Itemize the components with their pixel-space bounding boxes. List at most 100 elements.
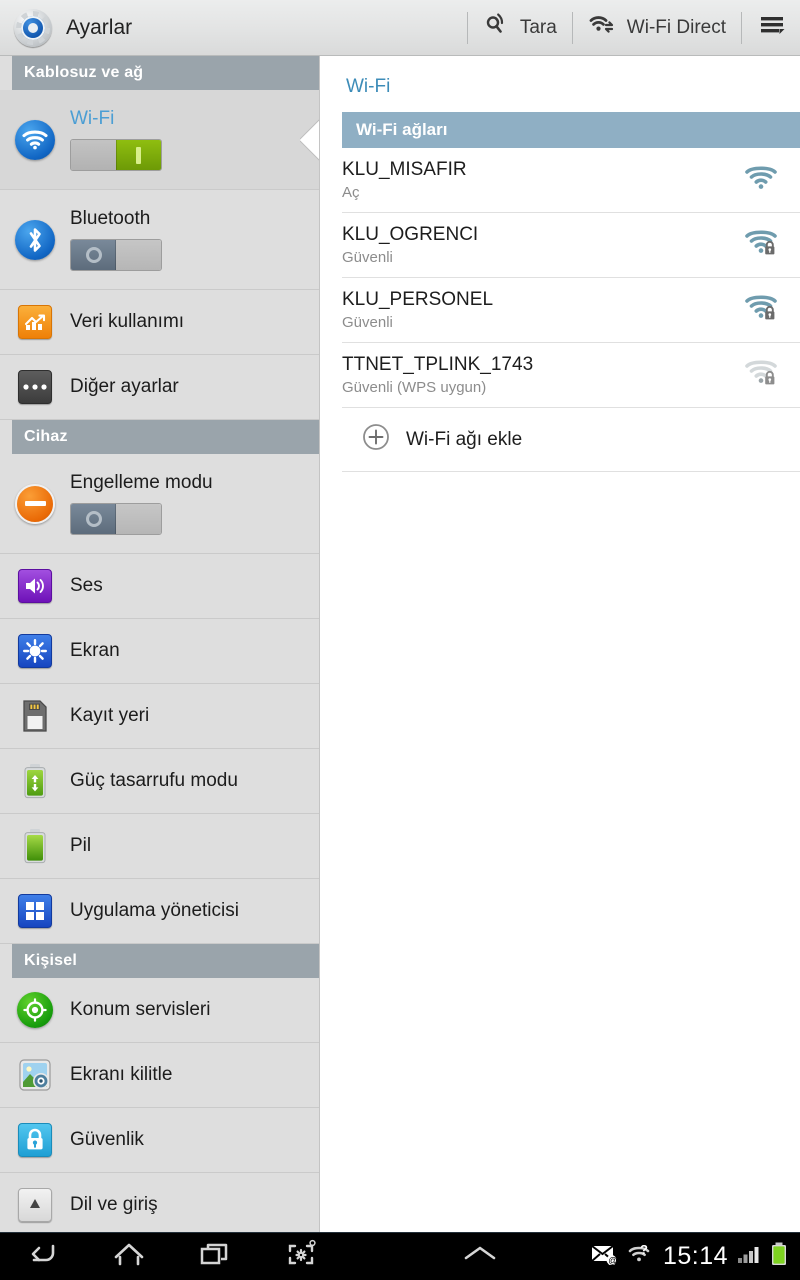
wifi-ssid: KLU_MISAFIR <box>342 159 467 180</box>
data-usage-icon <box>12 305 58 339</box>
lock-screen-icon <box>12 1058 58 1092</box>
home-icon[interactable] <box>112 1239 146 1274</box>
sidebar-item-more-settings[interactable]: Diğer ayarlar <box>0 355 319 420</box>
sidebar-item-label: Kayıt yeri <box>70 705 150 726</box>
sidebar-item-label: Güç tasarrufu modu <box>70 770 238 791</box>
sidebar-item-security[interactable]: Güvenlik <box>0 1108 319 1173</box>
recent-apps-icon[interactable] <box>198 1239 232 1274</box>
sidebar-item-label: Konum servisleri <box>70 999 211 1020</box>
wifi-networks-header: Wi-Fi ağları <box>342 112 800 148</box>
sidebar-item-lock-screen[interactable]: Ekranı kilitle <box>0 1043 319 1108</box>
security-icon <box>12 1123 58 1157</box>
scan-icon <box>483 11 511 44</box>
signal-bars-icon <box>737 1243 761 1270</box>
sound-icon <box>12 569 58 603</box>
wifi-ssid: KLU_PERSONEL <box>342 289 494 310</box>
wifi-signal-weak-locked-icon <box>744 359 778 392</box>
wifi-pane: Wi-Fi Wi-Fi ağları KLU_MISAFIR Aç KLU_OG… <box>320 56 800 1232</box>
overflow-menu-button[interactable] <box>744 0 800 56</box>
sidebar-item-label: Güvenlik <box>70 1129 144 1150</box>
sidebar-item-data-usage[interactable]: Veri kullanımı <box>0 290 319 355</box>
sidebar-item-power-saving[interactable]: Güç tasarrufu modu <box>0 749 319 814</box>
svg-text:@: @ <box>608 1255 617 1265</box>
sidebar-item-label: Diğer ayarlar <box>70 376 179 397</box>
language-input-icon <box>12 1188 58 1222</box>
status-clock: 15:14 <box>662 1242 728 1270</box>
sidebar-item-sound[interactable]: Ses <box>0 554 319 619</box>
divider <box>466 11 468 44</box>
blocking-mode-icon <box>12 483 58 524</box>
bluetooth-icon <box>12 219 58 260</box>
sidebar-item-battery[interactable]: Pil <box>0 814 319 879</box>
wifi-network-row[interactable]: KLU_PERSONEL Güvenli <box>342 278 800 343</box>
settings-sidebar[interactable]: Kablosuz ve ağ Wi-Fi Bluetooth Veri kull… <box>0 56 320 1232</box>
wifi-status: Güvenli <box>342 249 393 266</box>
bluetooth-toggle[interactable] <box>70 239 162 271</box>
email-icon: @ @ <box>591 1243 619 1270</box>
sidebar-item-label: Bluetooth <box>70 208 151 229</box>
battery-icon <box>12 828 58 864</box>
sidebar-item-wifi[interactable]: Wi-Fi <box>0 90 319 190</box>
chevron-up-icon[interactable] <box>462 1243 498 1270</box>
sidebar-item-label: Veri kullanımı <box>70 311 185 332</box>
wifi-icon <box>12 119 58 160</box>
divider <box>741 11 742 44</box>
sidebar-item-storage[interactable]: Kayıt yeri <box>0 684 319 749</box>
location-services-icon <box>12 992 58 1028</box>
wifi-direct-label: Wi-Fi Direct <box>626 16 726 38</box>
section-header-personal: Kişisel <box>12 944 319 978</box>
wifi-network-row[interactable]: KLU_MISAFIR Aç <box>342 148 800 213</box>
wifi-network-row[interactable]: TTNET_TPLINK_1743 Güvenli (WPS uygun) <box>342 343 800 408</box>
sidebar-item-location-services[interactable]: Konum servisleri <box>0 978 319 1043</box>
sidebar-item-label: Ekranı kilitle <box>70 1064 173 1085</box>
sidebar-item-label: Ses <box>70 575 103 596</box>
selected-indicator <box>300 108 319 172</box>
sidebar-item-label: Uygulama yöneticisi <box>70 900 239 921</box>
section-header-device: Cihaz <box>12 420 319 454</box>
action-bar-actions: Tara Wi-Fi Direct <box>465 0 800 56</box>
overflow-menu-icon <box>757 11 787 44</box>
settings-gear-icon <box>14 8 52 47</box>
scan-label: Tara <box>519 16 557 38</box>
wifi-status: Aç <box>342 184 360 201</box>
wifi-network-row[interactable]: KLU_OGRENCI Güvenli <box>342 213 800 278</box>
more-settings-icon <box>12 370 58 404</box>
sidebar-item-bluetooth[interactable]: Bluetooth <box>0 190 319 290</box>
sidebar-item-label: Dil ve giriş <box>70 1194 158 1215</box>
add-wifi-network-label: Wi-Fi ağı ekle <box>406 428 523 450</box>
power-saving-icon <box>12 763 58 799</box>
wifi-question-icon: ? <box>628 1242 654 1270</box>
wifi-signal-icon <box>744 165 778 196</box>
application-manager-icon <box>12 894 58 928</box>
wifi-direct-button[interactable]: Wi-Fi Direct <box>575 0 739 56</box>
sidebar-item-label: Wi-Fi <box>70 108 115 129</box>
wifi-ssid: TTNET_TPLINK_1743 <box>342 354 534 375</box>
action-bar: Ayarlar Tara Wi-Fi Direct <box>0 0 800 56</box>
blocking-mode-toggle[interactable] <box>70 503 162 535</box>
wifi-toggle[interactable] <box>70 139 162 171</box>
sidebar-item-display[interactable]: Ekran <box>0 619 319 684</box>
display-icon <box>12 634 58 668</box>
plus-circle-icon <box>362 423 390 456</box>
wifi-signal-locked-icon <box>744 229 778 262</box>
sidebar-item-label: Engelleme modu <box>70 472 213 493</box>
sidebar-item-blocking-mode[interactable]: Engelleme modu <box>0 454 319 554</box>
wifi-direct-icon <box>588 13 618 42</box>
back-icon[interactable] <box>26 1239 60 1274</box>
screen-capture-icon[interactable] <box>284 1238 318 1275</box>
sidebar-item-application-manager[interactable]: Uygulama yöneticisi <box>0 879 319 944</box>
add-wifi-network-button[interactable]: Wi-Fi ağı ekle <box>342 408 800 472</box>
wifi-ssid: KLU_OGRENCI <box>342 224 479 245</box>
wifi-status: Güvenli <box>342 314 393 331</box>
wifi-status: Güvenli (WPS uygun) <box>342 379 487 396</box>
storage-icon <box>12 699 58 733</box>
sidebar-item-label: Pil <box>70 835 92 856</box>
section-header-wireless: Kablosuz ve ağ <box>12 56 319 90</box>
divider <box>571 11 573 44</box>
status-tray[interactable]: @ @ ? 15:14 <box>591 1242 800 1271</box>
sidebar-item-language-input[interactable]: Dil ve giriş <box>0 1173 319 1232</box>
scan-button[interactable]: Tara <box>470 0 570 56</box>
system-navigation-bar: @ @ ? 15:14 <box>0 1232 800 1280</box>
wifi-signal-locked-icon <box>744 294 778 327</box>
wifi-pane-title: Wi-Fi <box>346 76 391 97</box>
